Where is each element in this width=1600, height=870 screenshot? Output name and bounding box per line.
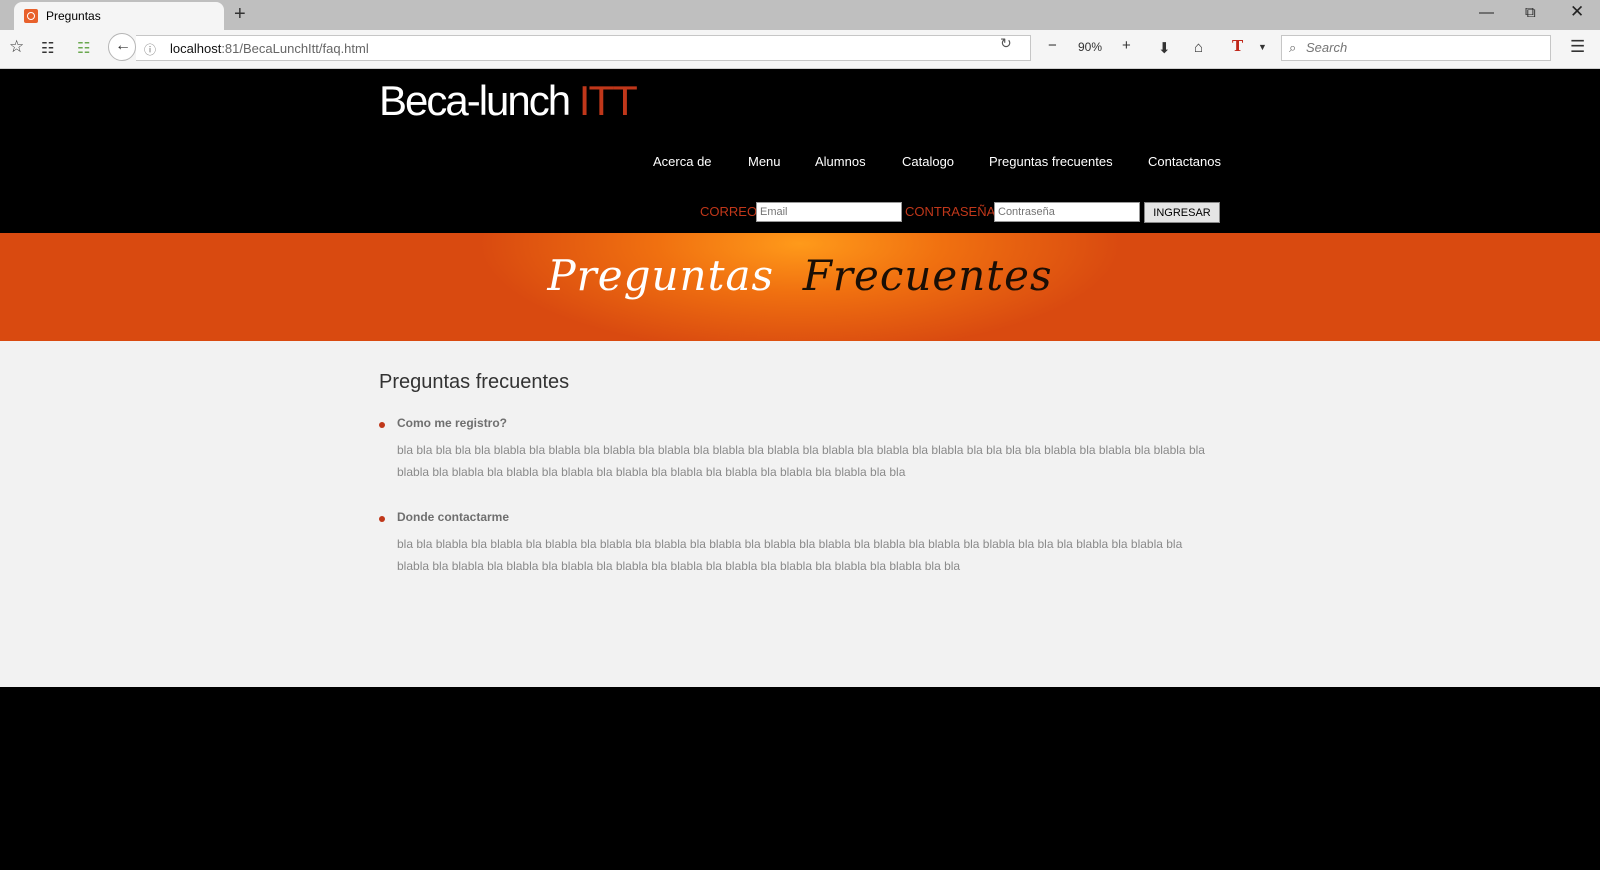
main-nav: Acerca de Menu Alumnos Catalogo Pregunta… bbox=[630, 154, 1222, 174]
hamburger-menu-icon[interactable]: ☰ bbox=[1570, 37, 1585, 57]
download-icon[interactable]: ⬇ bbox=[1158, 39, 1171, 57]
email-label: CORREO bbox=[700, 204, 758, 219]
login-button[interactable]: INGRESAR bbox=[1144, 202, 1220, 223]
zoom-level[interactable]: 90% bbox=[1070, 40, 1110, 54]
info-icon[interactable]: ⓘ bbox=[144, 41, 156, 58]
reload-icon[interactable]: ↻ bbox=[1000, 35, 1012, 52]
tab-title: Preguntas bbox=[46, 9, 101, 23]
zoom-out-button[interactable]: − bbox=[1048, 37, 1057, 54]
zoom-in-button[interactable]: + bbox=[1122, 37, 1131, 54]
restore-icon[interactable]: ⧉ bbox=[1525, 4, 1536, 21]
search-icon: ⌕ bbox=[1289, 40, 1297, 55]
password-label: CONTRASEÑA bbox=[905, 204, 996, 219]
nav-acerca-de[interactable]: Acerca de bbox=[653, 154, 712, 169]
back-button[interactable]: ← bbox=[108, 33, 136, 61]
search-input[interactable] bbox=[1304, 39, 1538, 56]
search-box[interactable]: ⌕ bbox=[1281, 35, 1551, 61]
extension-t-icon[interactable]: T bbox=[1232, 37, 1243, 55]
bullet-icon bbox=[379, 516, 385, 522]
banner-title: Preguntas Frecuentes bbox=[0, 251, 1600, 300]
back-arrow-icon: ← bbox=[115, 37, 131, 54]
new-tab-button[interactable]: + bbox=[234, 3, 246, 26]
dropdown-arrow-icon[interactable]: ▼ bbox=[1258, 42, 1267, 52]
page-content: Beca-lunch ITT Acerca de Menu Alumnos Ca… bbox=[0, 69, 1600, 870]
nav-alumnos[interactable]: Alumnos bbox=[815, 154, 866, 169]
home-icon[interactable]: ⌂ bbox=[1194, 39, 1203, 56]
nav-preguntas-frecuentes[interactable]: Preguntas frecuentes bbox=[989, 154, 1113, 169]
faq-heading: Preguntas frecuentes bbox=[379, 371, 570, 393]
reading-list-icon[interactable]: ☷ bbox=[41, 39, 54, 57]
faq-section: Preguntas frecuentes Como me registro? b… bbox=[0, 341, 1600, 687]
banner-word-1: Preguntas bbox=[547, 251, 775, 300]
email-field[interactable] bbox=[756, 202, 902, 222]
faq-question: Como me registro? bbox=[397, 416, 508, 430]
url-text[interactable]: localhost:81/BecaLunchItt/faq.html bbox=[170, 41, 369, 56]
close-window-icon[interactable]: ✕ bbox=[1570, 2, 1584, 22]
password-field[interactable] bbox=[994, 202, 1140, 222]
browser-toolbar: ☆ ☷ ☷ ← ⓘ localhost:81/BecaLunchItt/faq.… bbox=[0, 30, 1600, 69]
faq-answer: bla bla blabla bla blabla bla blabla bla… bbox=[397, 537, 1183, 573]
apps-grid-icon[interactable]: ☷ bbox=[77, 39, 90, 57]
nav-contactanos[interactable]: Contactanos bbox=[1148, 154, 1221, 169]
xampp-favicon-icon bbox=[24, 9, 38, 23]
tab-strip: Preguntas + — ⧉ ✕ bbox=[0, 0, 1600, 30]
site-header: Beca-lunch ITT Acerca de Menu Alumnos Ca… bbox=[0, 69, 1600, 233]
address-bar[interactable]: ⓘ localhost:81/BecaLunchItt/faq.html bbox=[136, 35, 1031, 61]
bullet-icon bbox=[379, 422, 385, 428]
site-logo[interactable]: Beca-lunch ITT bbox=[379, 77, 638, 125]
faq-question: Donde contactarme bbox=[397, 510, 510, 524]
logo-text: Beca-lunch bbox=[379, 77, 579, 124]
nav-menu[interactable]: Menu bbox=[748, 154, 781, 169]
bookmark-star-icon[interactable]: ☆ bbox=[9, 37, 24, 57]
nav-catalogo[interactable]: Catalogo bbox=[902, 154, 954, 169]
browser-tab[interactable]: Preguntas bbox=[14, 2, 224, 30]
banner-word-2: Frecuentes bbox=[802, 251, 1053, 300]
minimize-icon[interactable]: — bbox=[1479, 4, 1494, 21]
logo-accent: ITT bbox=[578, 77, 638, 124]
page-banner: Preguntas Frecuentes bbox=[0, 233, 1600, 341]
faq-answer: bla bla bla bla bla blabla bla blabla bl… bbox=[397, 443, 1205, 479]
